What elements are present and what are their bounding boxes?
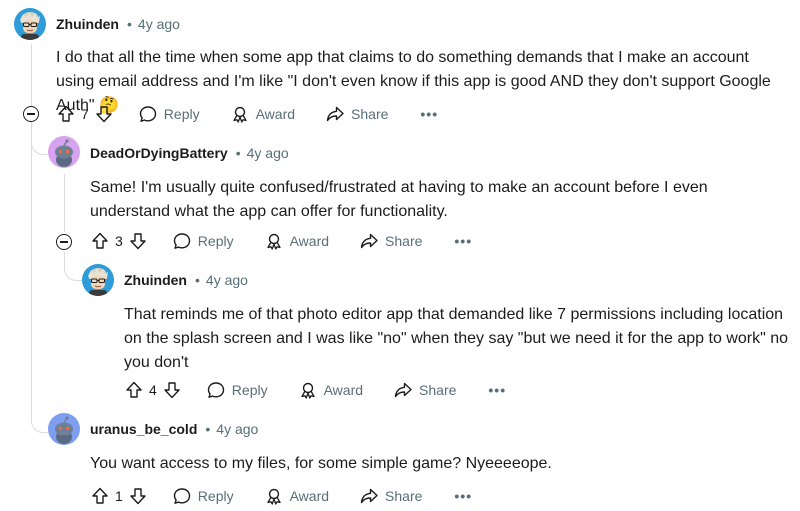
reply-label: Reply <box>197 488 234 504</box>
reply-button[interactable]: Reply <box>138 104 200 124</box>
award-button[interactable]: Award <box>264 486 329 506</box>
comment-body: Same! I'm usually quite confused/frustra… <box>90 179 708 220</box>
timestamp[interactable]: 4y ago <box>247 145 289 161</box>
downvote-button[interactable] <box>128 231 148 251</box>
timestamp[interactable]: 4y ago <box>138 16 180 32</box>
downvote-button[interactable] <box>94 104 114 124</box>
reply-icon <box>172 486 192 506</box>
reply-icon <box>172 231 192 251</box>
award-icon <box>298 380 318 400</box>
reply-icon <box>206 380 226 400</box>
reply-label: Reply <box>163 106 200 122</box>
share-icon <box>359 486 379 506</box>
more-options-button[interactable]: ••• <box>420 106 438 122</box>
award-button[interactable]: Award <box>298 380 363 400</box>
downvote-icon <box>94 104 114 124</box>
share-button[interactable]: Share <box>359 486 422 506</box>
avatar[interactable] <box>48 136 80 168</box>
upvote-button[interactable] <box>124 380 144 400</box>
comment-actions: 3 Reply Award Share ••• <box>90 229 472 253</box>
share-icon <box>393 380 413 400</box>
comment-body: That reminds me of that photo editor app… <box>124 306 788 371</box>
downvote-icon <box>128 231 148 251</box>
award-icon <box>264 231 284 251</box>
comment-actions: 1 Reply Award Share ••• <box>90 484 472 508</box>
separator-dot: • <box>195 272 200 288</box>
award-label: Award <box>289 233 330 249</box>
share-button[interactable]: Share <box>359 231 422 251</box>
reply-button[interactable]: Reply <box>172 231 234 251</box>
award-button[interactable]: Award <box>264 231 329 251</box>
comment-header: Zhuinden • 4y ago <box>56 16 180 32</box>
downvote-icon <box>128 486 148 506</box>
vote-count: 3 <box>115 233 123 249</box>
award-label: Award <box>323 382 364 398</box>
share-icon <box>325 104 345 124</box>
avatar[interactable] <box>82 264 114 296</box>
author-name[interactable]: Zhuinden <box>56 16 119 32</box>
more-options-button[interactable]: ••• <box>454 233 472 249</box>
upvote-icon <box>56 104 76 124</box>
comment-actions: 4 Reply Award Share ••• <box>124 378 506 402</box>
share-button[interactable]: Share <box>325 104 388 124</box>
upvote-button[interactable] <box>90 231 110 251</box>
comment-header: DeadOrDyingBattery • 4y ago <box>90 145 289 161</box>
author-name[interactable]: DeadOrDyingBattery <box>90 145 228 161</box>
avatar[interactable] <box>48 413 80 445</box>
downvote-button[interactable] <box>128 486 148 506</box>
upvote-button[interactable] <box>90 486 110 506</box>
comment-body: You want access to my files, for some si… <box>90 455 552 472</box>
upvote-button[interactable] <box>56 104 76 124</box>
thread-hook-zhuinden-reply <box>64 252 83 281</box>
share-label: Share <box>385 488 423 504</box>
comment-header: Zhuinden • 4y ago <box>124 272 248 288</box>
more-options-button[interactable]: ••• <box>454 488 472 504</box>
collapse-button[interactable] <box>23 106 39 122</box>
thread-line-deadordying[interactable] <box>64 174 65 232</box>
collapse-button[interactable] <box>56 234 72 250</box>
downvote-icon <box>162 380 182 400</box>
comment-actions: 7 Reply Award Share ••• <box>56 102 438 126</box>
upvote-icon <box>124 380 144 400</box>
upvote-icon <box>90 486 110 506</box>
share-icon <box>359 231 379 251</box>
share-label: Share <box>419 382 457 398</box>
award-label: Award <box>255 106 296 122</box>
share-button[interactable]: Share <box>393 380 456 400</box>
more-options-button[interactable]: ••• <box>488 382 506 398</box>
share-label: Share <box>351 106 389 122</box>
vote-count: 7 <box>81 106 89 122</box>
reply-label: Reply <box>231 382 268 398</box>
downvote-button[interactable] <box>162 380 182 400</box>
author-name[interactable]: Zhuinden <box>124 272 187 288</box>
separator-dot: • <box>205 421 211 437</box>
timestamp[interactable]: 4y ago <box>206 272 248 288</box>
upvote-icon <box>90 231 110 251</box>
thread-hook-uranus <box>31 402 48 433</box>
avatar[interactable] <box>14 8 46 40</box>
reply-label: Reply <box>197 233 234 249</box>
award-icon <box>264 486 284 506</box>
timestamp[interactable]: 4y ago <box>216 421 258 437</box>
separator-dot: • <box>235 145 241 161</box>
thread-hook-deadordying <box>31 124 48 155</box>
vote-count: 4 <box>149 382 157 398</box>
separator-dot: • <box>127 16 132 32</box>
award-icon <box>230 104 250 124</box>
comment-header: uranus_be_cold • 4y ago <box>90 421 258 437</box>
author-name[interactable]: uranus_be_cold <box>90 421 197 437</box>
thread-line-root[interactable] <box>31 44 32 411</box>
reply-button[interactable]: Reply <box>206 380 268 400</box>
vote-count: 1 <box>115 488 123 504</box>
award-button[interactable]: Award <box>230 104 295 124</box>
award-label: Award <box>289 488 330 504</box>
reply-icon <box>138 104 158 124</box>
share-label: Share <box>385 233 423 249</box>
reply-button[interactable]: Reply <box>172 486 234 506</box>
